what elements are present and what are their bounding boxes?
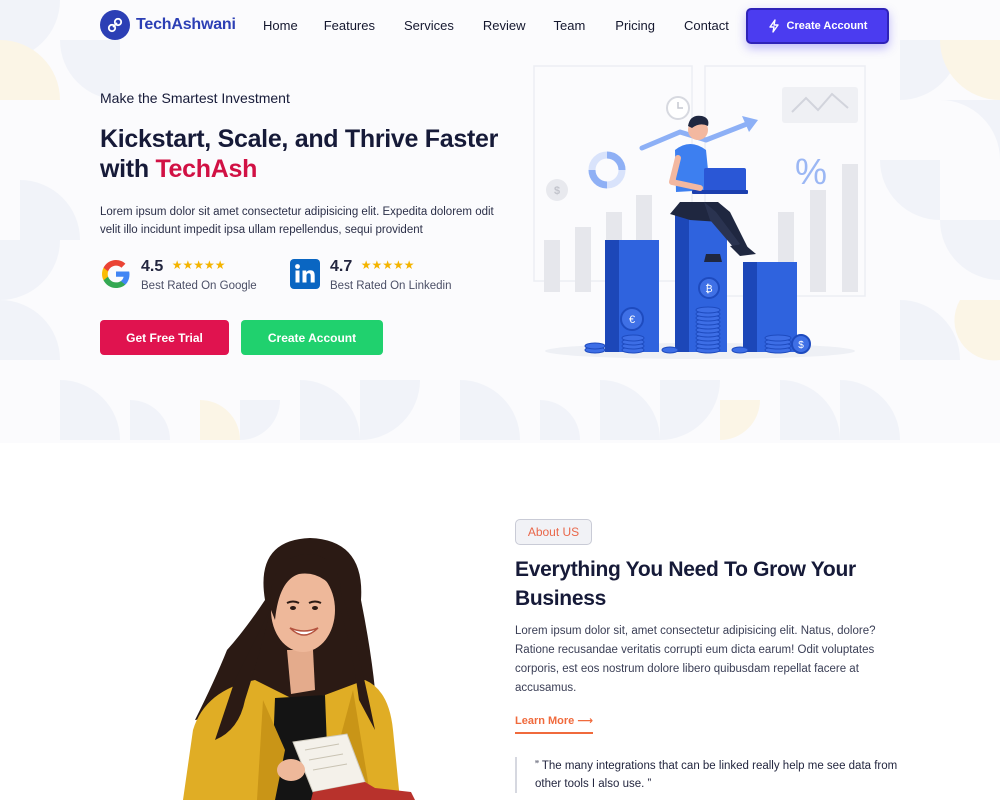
nav-review[interactable]: Review <box>483 18 526 33</box>
about-title: Everything You Need To Grow Your Busines… <box>515 558 856 610</box>
investment-growth-illustration: $ % € ₿ $ <box>533 65 866 359</box>
hero-title-accent: TechAsh <box>155 155 258 183</box>
brand-logo[interactable]: TechAshwani <box>100 10 236 40</box>
google-rating-stars: ★★★★★ <box>171 258 226 272</box>
brand-name: TechAshwani <box>136 16 236 33</box>
hero-description: Lorem ipsum dolor sit amet consectetur a… <box>100 206 494 236</box>
google-rating-score: 4.5 <box>141 258 164 275</box>
hero-title-line1: Kickstart, Scale, and Thrive Faster <box>100 125 499 153</box>
nav-team[interactable]: Team <box>553 18 585 33</box>
nav-features[interactable]: Features <box>324 18 375 33</box>
link-icon <box>100 10 130 40</box>
create-account-nav-button[interactable]: Create Account <box>746 8 889 44</box>
top-navbar: TechAshwani Home Features Services Revie… <box>0 0 1000 52</box>
create-account-nav-label: Create Account <box>786 20 868 32</box>
svg-text:$: $ <box>798 340 804 351</box>
google-rating-label: Best Rated On Google <box>141 280 257 292</box>
nav-contact[interactable]: Contact <box>684 18 729 33</box>
nav-home[interactable]: Home <box>263 18 298 33</box>
linkedin-rating: 4.7 ★★★★★ Best Rated On Linkedin <box>289 258 451 292</box>
about-us-tag: About US <box>515 519 592 545</box>
linkedin-rating-stars: ★★★★★ <box>360 258 415 272</box>
about-description: Lorem ipsum dolor sit, amet consectetur … <box>515 625 876 694</box>
svg-text:₿: ₿ <box>705 283 712 295</box>
google-rating: 4.5 ★★★★★ Best Rated On Google <box>100 258 257 292</box>
linkedin-rating-label: Best Rated On Linkedin <box>330 280 452 292</box>
lightning-icon <box>768 19 779 33</box>
linkedin-rating-score: 4.7 <box>330 258 353 275</box>
svg-text:%: % <box>795 151 827 192</box>
woman-reading-photo <box>183 538 415 800</box>
svg-text:€: € <box>629 314 635 326</box>
google-icon <box>102 260 130 288</box>
hero-section: TechAshwani Home Features Services Revie… <box>0 0 1000 443</box>
linkedin-icon <box>290 259 320 289</box>
nav-pricing[interactable]: Pricing <box>615 18 655 33</box>
hero-title-prefix: with <box>100 155 156 183</box>
learn-more-link[interactable]: Learn More ⟶ <box>515 714 594 734</box>
testimonial-quote: ” The many integrations that can be link… <box>515 757 905 793</box>
create-account-button[interactable]: Create Account <box>241 320 383 355</box>
svg-text:$: $ <box>554 185 560 197</box>
hero-title: Kickstart, Scale, and Thrive Faster with… <box>100 124 520 184</box>
nav-services[interactable]: Services <box>404 18 454 33</box>
get-free-trial-button[interactable]: Get Free Trial <box>100 320 229 355</box>
main-menu: Home Features Services Review Team Prici… <box>263 18 729 33</box>
hero-eyebrow: Make the Smartest Investment <box>100 90 290 106</box>
